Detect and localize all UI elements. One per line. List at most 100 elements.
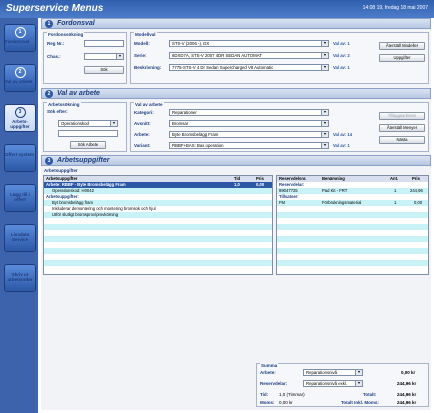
search-type-select[interactable]: Operationskod ▼ bbox=[58, 120, 118, 127]
sum-inkl-label: Totalt Inkl. Moms: bbox=[341, 400, 379, 405]
avsnitt-label: Avsnitt: bbox=[134, 121, 151, 126]
sum-moms-label: Moms: bbox=[260, 400, 275, 405]
group-label: Fordonssökning bbox=[47, 32, 85, 37]
sidebar-item-val-av-arbete[interactable]: 2 Val av arbete bbox=[4, 64, 36, 92]
sidebar-item-label: Arbets-uppgifter bbox=[10, 119, 30, 129]
chevron-down-icon: ▼ bbox=[355, 370, 362, 375]
sidebar-item-label: Offert system bbox=[5, 152, 35, 157]
sidebar-item-livsdata-service[interactable]: Livsdata Service bbox=[4, 224, 36, 252]
chevron-down-icon: ▼ bbox=[321, 53, 328, 58]
sidebar-item-arbetsuppgifter[interactable]: 3 Arbets-uppgifter bbox=[4, 104, 36, 132]
work-search-group: Arbetssökning Sök efter: Operationskod ▼ … bbox=[43, 102, 127, 152]
model-choice-group: Modellval Modell: STS-V (2006 -), DX ▼ Va… bbox=[130, 32, 429, 84]
chassi-label: Chas.: bbox=[47, 54, 61, 59]
sidebar-item-label: Fordonsval bbox=[5, 39, 30, 44]
sum-totalt-label: Totalt: bbox=[363, 392, 377, 397]
search-vehicle-button[interactable]: Sök bbox=[84, 66, 124, 74]
res-level-select[interactable]: Reparationsnivå exkl. ▼ bbox=[303, 380, 363, 387]
chassi-input[interactable]: ▼ bbox=[84, 53, 124, 60]
next-button[interactable]: Nästa bbox=[379, 136, 425, 144]
modell-label: Modell: bbox=[134, 41, 150, 46]
tasks-group-label: Arbetsuppgifter bbox=[44, 168, 78, 173]
section-title: Arbetsuppgifter bbox=[57, 157, 110, 164]
beskrivning-label: Beskrivning: bbox=[134, 65, 162, 70]
chevron-down-icon: ▼ bbox=[321, 143, 328, 148]
step-number: 3 bbox=[14, 107, 26, 118]
empty-row bbox=[277, 266, 428, 272]
vehicle-search-group: Fordonssökning Reg Nr.: Chas.: ▼ Sök bbox=[43, 32, 127, 84]
extra-work-button[interactable]: Tilläggsarbeten bbox=[379, 112, 425, 120]
sidebar-item-skriv-ut[interactable]: Skriv ut arbetsorder bbox=[4, 264, 36, 292]
chevron-down-icon: ▼ bbox=[110, 121, 117, 126]
summa-group: Summa Arbete: Reparationsnivå ▼ 0,00 kr R… bbox=[256, 363, 429, 407]
group-label: Summa bbox=[260, 363, 279, 368]
group-label: Val av arbete bbox=[134, 102, 164, 107]
sum-res-total: 244,96 kr bbox=[397, 381, 417, 386]
section-number: 3 bbox=[45, 157, 53, 165]
sum-res-label: Reservdelar: bbox=[260, 381, 288, 386]
section-header-arbetsuppgifter: 3 Arbetsuppgifter bbox=[41, 155, 431, 166]
val-av-arbete: Val av: 14 bbox=[333, 132, 353, 137]
sum-arbete-total: 0,00 kr bbox=[401, 370, 416, 375]
tasks-table: Arbetsuppgifter Tid Pris Arbete: RBBF - … bbox=[43, 175, 273, 275]
kategori-label: Kategori: bbox=[134, 110, 154, 115]
arbete-label: Arbete: bbox=[134, 132, 150, 137]
sum-tid-label: Tid: bbox=[260, 392, 269, 397]
arbete-level-select[interactable]: Reparationsnivå ▼ bbox=[303, 369, 363, 376]
kategori-select[interactable]: Reparationer ▼ bbox=[169, 109, 329, 116]
sum-inkl-value: 244,96 kr bbox=[397, 400, 417, 405]
reg-nr-input[interactable] bbox=[84, 40, 124, 47]
search-work-input[interactable] bbox=[58, 130, 118, 137]
app-title: Superservice Menus bbox=[6, 3, 104, 14]
sidebar-item-label: Lägg till i offert bbox=[10, 192, 30, 202]
empty-row bbox=[44, 266, 272, 272]
chevron-down-icon: ▼ bbox=[116, 54, 123, 59]
sidebar-item-label: Skriv ut arbetsorder bbox=[7, 272, 33, 282]
section-header-val-av-arbete: 2 Val av arbete bbox=[41, 88, 431, 99]
variant-select[interactable]: RBBF+BAS: Bas operation ▼ bbox=[169, 142, 329, 149]
modell-select[interactable]: STS-V (2006 -), DX ▼ bbox=[169, 40, 329, 47]
section-title: Fordonsval bbox=[57, 20, 95, 27]
val-av-serie: Val av: 2 bbox=[333, 53, 350, 58]
step-number: 2 bbox=[14, 67, 26, 78]
reset-models-button[interactable]: Återställ Modeller bbox=[379, 42, 425, 50]
chevron-down-icon: ▼ bbox=[321, 65, 328, 70]
reg-label: Reg Nr.: bbox=[47, 41, 65, 46]
beskrivning-select[interactable]: 7775-STS-V 4 Dr Sedan Supercharged V8 Au… bbox=[169, 64, 329, 71]
chevron-down-icon: ▼ bbox=[321, 121, 328, 126]
val-av-modell: Val av: 1 bbox=[333, 41, 350, 46]
work-choice-group: Val av arbete Kategori: Reparationer ▼ Av… bbox=[130, 102, 429, 152]
chevron-down-icon: ▼ bbox=[355, 381, 362, 386]
section-title: Val av arbete bbox=[57, 90, 100, 97]
main-panel: 1 Fordonsval Fordonssökning Reg Nr.: Cha… bbox=[41, 18, 431, 410]
val-av-beskrivning: Val av: 1 bbox=[333, 65, 350, 70]
serie-label: Serie: bbox=[134, 53, 147, 58]
chevron-down-icon: ▼ bbox=[321, 110, 328, 115]
sidebar-item-label: Livsdata Service bbox=[10, 232, 30, 242]
sokefter-label: Sök efter: bbox=[47, 109, 68, 114]
serie-select[interactable]: 6DXD7A, STS-V 2007 4DR SEDAN AUTOMAT ▼ bbox=[169, 52, 329, 59]
avsnitt-select[interactable]: Bromsar ▼ bbox=[169, 120, 329, 127]
section-number: 2 bbox=[45, 90, 53, 98]
sidebar-item-fordonsval[interactable]: 1 Fordonsval bbox=[4, 24, 36, 52]
section-number: 1 bbox=[45, 20, 53, 28]
section-header-fordonsval: 1 Fordonsval bbox=[41, 18, 431, 29]
search-work-button[interactable]: Sök Arbete bbox=[70, 141, 106, 149]
chevron-down-icon: ▼ bbox=[321, 41, 328, 46]
variant-label: Variant: bbox=[134, 143, 151, 148]
sum-totalt-value: 244,96 kr bbox=[397, 392, 417, 397]
vehicle-info-button[interactable]: Uppgifter bbox=[379, 54, 425, 62]
sum-moms-value: 0,00 kr bbox=[279, 400, 293, 405]
step-number: 1 bbox=[14, 27, 26, 38]
sidebar-item-offert-system[interactable]: Offert system bbox=[4, 144, 36, 172]
sidebar-item-lagg-till-offert[interactable]: Lägg till i offert bbox=[4, 184, 36, 212]
parts-table: Reservdelsnr. Benämning Ant. Pris Reserv… bbox=[276, 175, 429, 275]
sum-tid-value: 1,0 (Timmar) bbox=[279, 392, 305, 397]
arbete-select[interactable]: Byte Bromsbelägg Fram ▼ bbox=[169, 131, 329, 138]
reset-menus-button[interactable]: Återställ Menyer bbox=[379, 124, 425, 132]
sidebar-item-label: Val av arbete bbox=[5, 79, 33, 84]
sum-arbete-label: Arbete: bbox=[260, 370, 276, 375]
group-label: Arbetssökning bbox=[47, 102, 81, 107]
title-bar: Superservice Menus 14:08 19, fredag 18 m… bbox=[0, 0, 434, 18]
val-av-variant: Val av: 1 bbox=[333, 143, 350, 148]
